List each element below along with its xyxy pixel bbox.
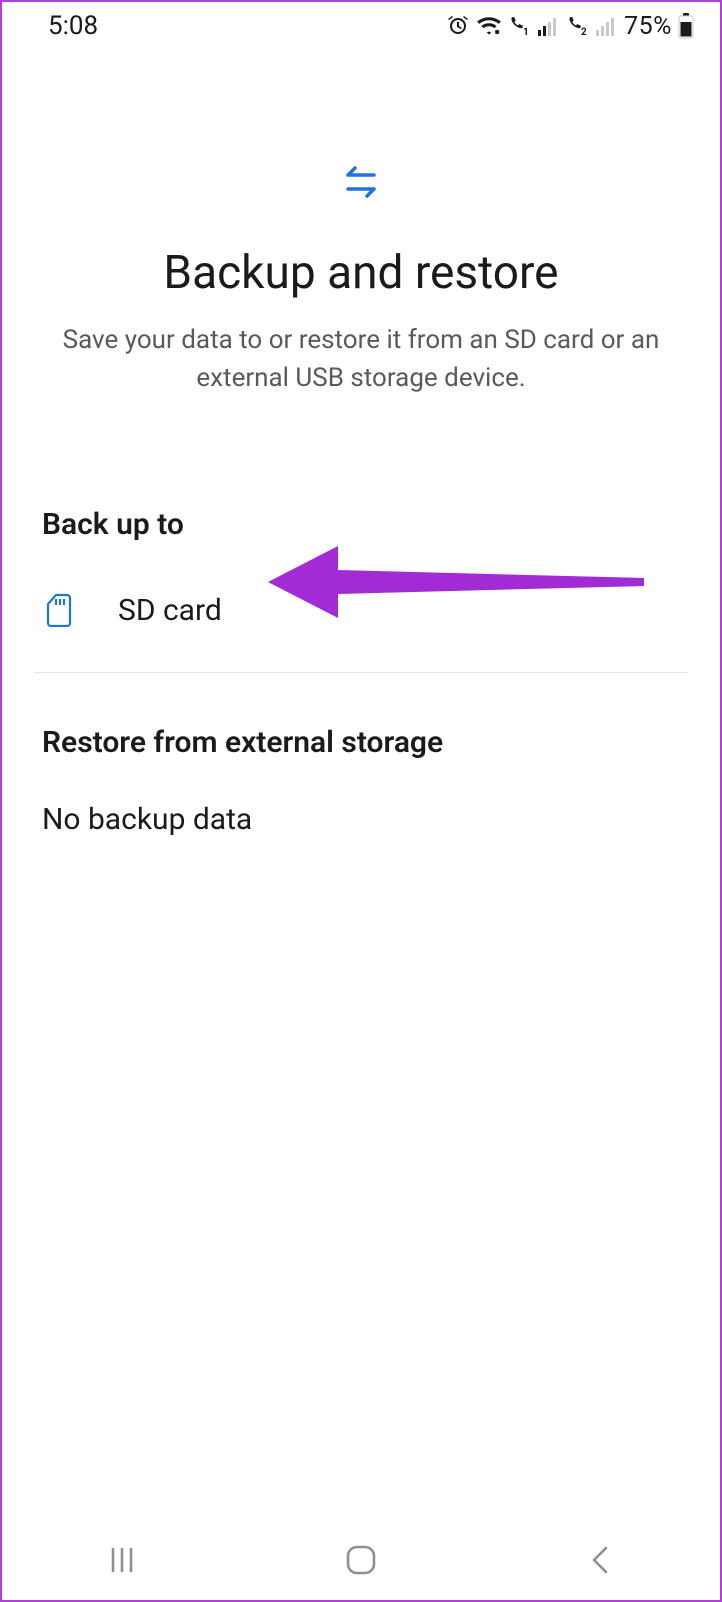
restore-section-title: Restore from external storage [42, 725, 680, 760]
signal2-icon [596, 16, 618, 36]
home-button[interactable] [301, 1536, 421, 1584]
wifi-icon [476, 15, 502, 37]
status-time: 5:08 [48, 11, 98, 41]
sd-card-item[interactable]: SD card [42, 578, 680, 642]
restore-section: Restore from external storage No backup … [2, 725, 720, 837]
page-title: Backup and restore [42, 246, 680, 300]
svg-text:2: 2 [581, 27, 587, 37]
svg-text:1: 1 [523, 27, 529, 37]
backup-section: Back up to SD card [2, 507, 720, 642]
battery-icon [678, 13, 694, 39]
page-subtitle: Save your data to or restore it from an … [42, 322, 680, 397]
divider [34, 672, 688, 673]
no-backup-text: No backup data [42, 802, 680, 837]
backup-section-title: Back up to [42, 507, 680, 542]
battery-percent: 75% [624, 12, 672, 41]
nav-bar [2, 1520, 720, 1600]
back-button[interactable] [540, 1536, 660, 1584]
sd-card-icon [42, 593, 76, 627]
page-header: Backup and restore Save your data to or … [2, 50, 720, 397]
status-icons: 1 2 75% [446, 12, 694, 41]
transfer-icon [339, 160, 383, 208]
recents-button[interactable] [62, 1536, 182, 1584]
sd-card-label: SD card [118, 593, 222, 628]
signal1-icon [538, 16, 560, 36]
status-bar: 5:08 1 2 [2, 2, 720, 50]
volte1-icon: 1 [508, 15, 532, 37]
volte2-icon: 2 [566, 15, 590, 37]
alarm-icon [446, 14, 470, 38]
